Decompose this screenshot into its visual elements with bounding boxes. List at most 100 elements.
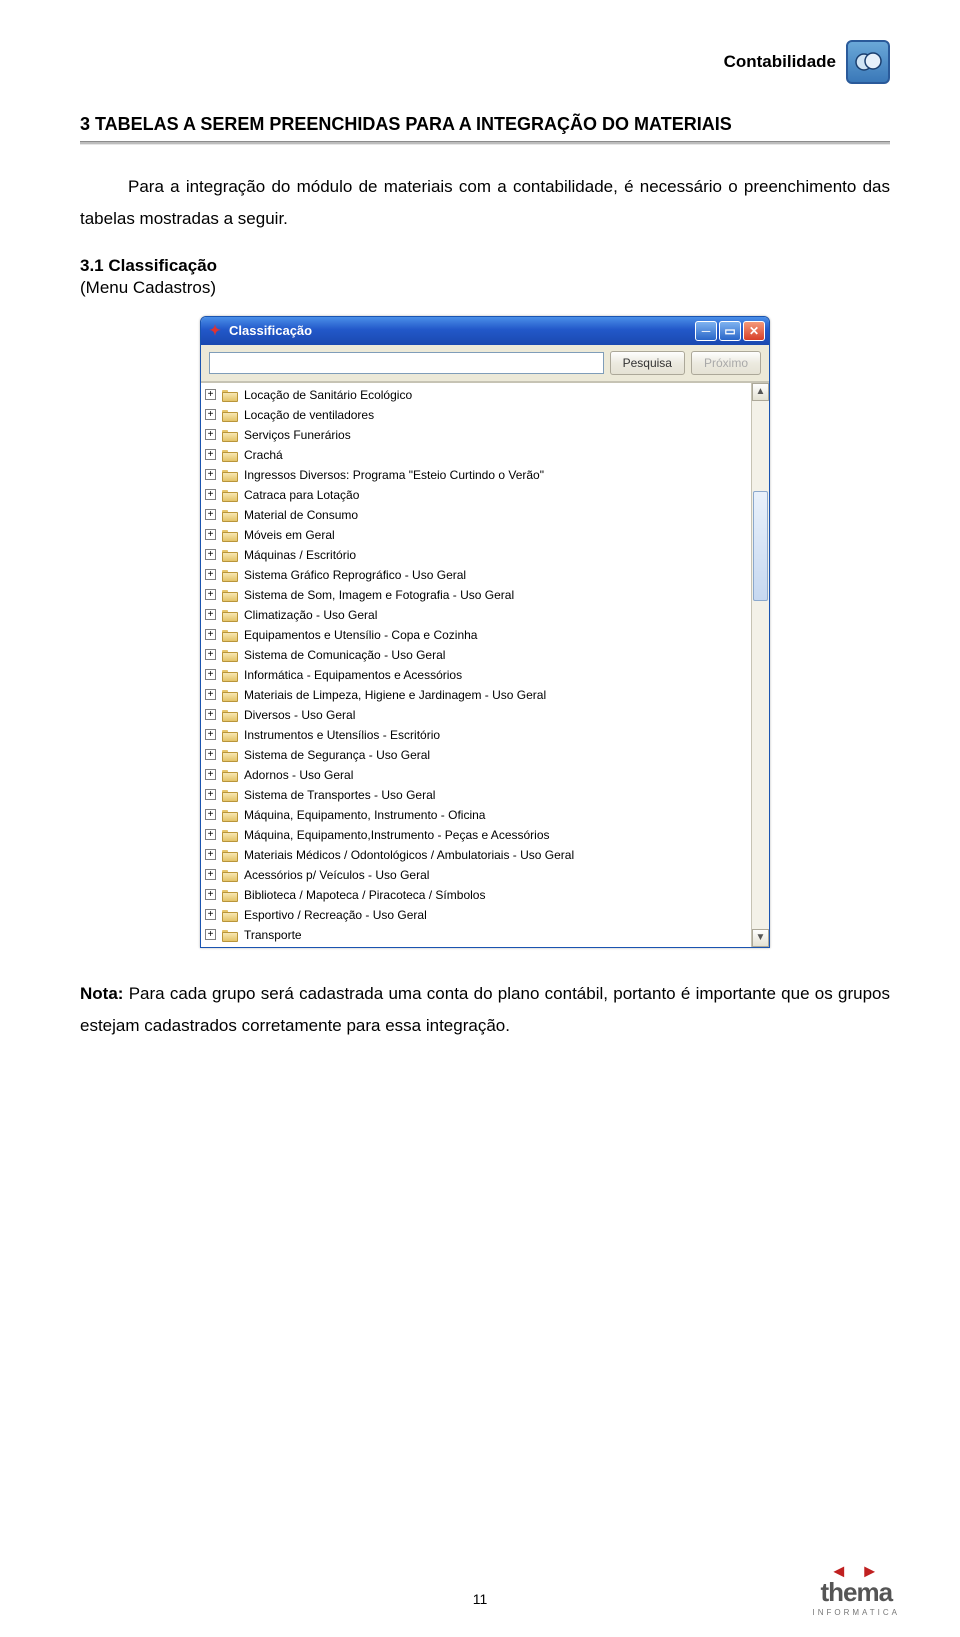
tree-item[interactable]: + Máquina, Equipamento,Instrumento - Peça… <box>201 825 751 845</box>
minimize-button[interactable]: ─ <box>695 321 717 341</box>
tree-item[interactable]: +Serviços Funerários <box>201 425 751 445</box>
tree-item[interactable]: + Acessórios p/ Veículos - Uso Geral <box>201 865 751 885</box>
tree-item[interactable]: + Locação de ventiladores <box>201 405 751 425</box>
folder-icon <box>222 888 238 902</box>
scroll-up-button[interactable]: ▲ <box>752 383 769 401</box>
tree-item-label: Crachá <box>244 448 283 462</box>
tree-item[interactable]: + Climatização - Uso Geral <box>201 605 751 625</box>
expand-icon[interactable]: + <box>205 409 216 420</box>
expand-icon[interactable]: + <box>205 489 216 500</box>
tree-item-label: Materiais de Limpeza, Higiene e Jardinag… <box>244 688 546 702</box>
tree-item[interactable]: + Locação de Sanitário Ecológico <box>201 385 751 405</box>
tree-item[interactable]: +Material de Consumo <box>201 505 751 525</box>
tree-item[interactable]: +Transporte <box>201 925 751 945</box>
expand-icon[interactable]: + <box>205 669 216 680</box>
folder-icon <box>222 608 238 622</box>
expand-icon[interactable]: + <box>205 929 216 940</box>
folder-icon <box>222 408 238 422</box>
expand-icon[interactable]: + <box>205 389 216 400</box>
tree-item-label: Ingressos Diversos: Programa "Esteio Cur… <box>244 468 544 482</box>
expand-icon[interactable]: + <box>205 609 216 620</box>
next-button[interactable]: Próximo <box>691 351 761 375</box>
tree-item[interactable]: +Biblioteca / Mapoteca / Piracoteca / Sí… <box>201 885 751 905</box>
tree-item[interactable]: + Sistema de Transportes - Uso Geral <box>201 785 751 805</box>
expand-icon[interactable]: + <box>205 529 216 540</box>
expand-icon[interactable]: + <box>205 649 216 660</box>
tree-item[interactable]: + Materiais de Limpeza, Higiene e Jardina… <box>201 685 751 705</box>
scroll-down-button[interactable]: ▼ <box>752 929 769 947</box>
tree-item[interactable]: + Ingressos Diversos: Programa "Esteio Cu… <box>201 465 751 485</box>
folder-icon <box>222 448 238 462</box>
header-label: Contabilidade <box>724 52 836 72</box>
expand-icon[interactable]: + <box>205 509 216 520</box>
tree-item[interactable]: +Móveis em Geral <box>201 525 751 545</box>
folder-icon <box>222 748 238 762</box>
search-input[interactable] <box>209 352 604 374</box>
folder-icon <box>222 628 238 642</box>
tree-item-label: Sistema de Transportes - Uso Geral <box>244 788 435 802</box>
expand-icon[interactable]: + <box>205 849 216 860</box>
folder-icon <box>222 568 238 582</box>
window-titlebar[interactable]: ✦ Classificação ─ ▭ ✕ <box>201 317 769 345</box>
expand-icon[interactable]: + <box>205 869 216 880</box>
tree-item-label: Máquinas / Escritório <box>244 548 356 562</box>
intro-text: Para a integração do módulo de materiais… <box>80 177 890 228</box>
expand-icon[interactable]: + <box>205 909 216 920</box>
expand-icon[interactable]: + <box>205 589 216 600</box>
logo-arrows-icon: ◄ ► <box>812 1566 900 1577</box>
tree-item[interactable]: +Esportivo / Recreação - Uso Geral <box>201 905 751 925</box>
tree-item-label: Climatização - Uso Geral <box>244 608 377 622</box>
vertical-scrollbar[interactable]: ▲ ▼ <box>751 383 769 947</box>
tree-item[interactable]: +Adornos - Uso Geral <box>201 765 751 785</box>
expand-icon[interactable]: + <box>205 769 216 780</box>
expand-icon[interactable]: + <box>205 569 216 580</box>
expand-icon[interactable]: + <box>205 749 216 760</box>
tree-item-label: Equipamentos e Utensílio - Copa e Cozinh… <box>244 628 477 642</box>
expand-icon[interactable]: + <box>205 829 216 840</box>
scroll-thumb[interactable] <box>753 491 768 601</box>
tree-item[interactable]: +Materiais Médicos / Odontológicos / Amb… <box>201 845 751 865</box>
tree-item[interactable]: +Sistema de Comunicação - Uso Geral <box>201 645 751 665</box>
tree-item[interactable]: + Máquinas / Escritório <box>201 545 751 565</box>
tree-item[interactable]: +Sistema de Som, Imagem e Fotografia - U… <box>201 585 751 605</box>
tree-item[interactable]: + Sistema de Segurança - Uso Geral <box>201 745 751 765</box>
tree-item[interactable]: + Crachá <box>201 445 751 465</box>
search-button[interactable]: Pesquisa <box>610 351 685 375</box>
tree-item[interactable]: +Máquina, Equipamento, Instrumento - Ofi… <box>201 805 751 825</box>
expand-icon[interactable]: + <box>205 729 216 740</box>
tree-item-label: Catraca para Lotação <box>244 488 359 502</box>
maximize-button[interactable]: ▭ <box>719 321 741 341</box>
tree-item[interactable]: + Equipamentos e Utensílio - Copa e Cozin… <box>201 625 751 645</box>
tree-item[interactable]: +Informática - Equipamentos e Acessórios <box>201 665 751 685</box>
tree-item-label: Sistema de Segurança - Uso Geral <box>244 748 430 762</box>
tree-item[interactable]: +Instrumentos e Utensílios - Escritório <box>201 725 751 745</box>
expand-icon[interactable]: + <box>205 549 216 560</box>
tree-item-label: Locação de ventiladores <box>244 408 374 422</box>
close-button[interactable]: ✕ <box>743 321 765 341</box>
expand-icon[interactable]: + <box>205 789 216 800</box>
expand-icon[interactable]: + <box>205 629 216 640</box>
folder-icon <box>222 648 238 662</box>
tree-item[interactable]: + Diversos - Uso Geral <box>201 705 751 725</box>
window-title: Classificação <box>229 323 312 338</box>
tree-item-label: Acessórios p/ Veículos - Uso Geral <box>244 868 429 882</box>
app-icon: ✦ <box>207 323 223 339</box>
expand-icon[interactable]: + <box>205 469 216 480</box>
expand-icon[interactable]: + <box>205 889 216 900</box>
section-heading: 3 TABELAS A SEREM PREENCHIDAS PARA A INT… <box>80 114 890 135</box>
tree-item-label: Locação de Sanitário Ecológico <box>244 388 412 402</box>
heading-rule <box>80 141 890 145</box>
expand-icon[interactable]: + <box>205 809 216 820</box>
expand-icon[interactable]: + <box>205 449 216 460</box>
tree-item[interactable]: + Catraca para Lotação <box>201 485 751 505</box>
tree-item-label: Diversos - Uso Geral <box>244 708 355 722</box>
folder-icon <box>222 428 238 442</box>
expand-icon[interactable]: + <box>205 689 216 700</box>
expand-icon[interactable]: + <box>205 429 216 440</box>
folder-icon <box>222 548 238 562</box>
scroll-track[interactable] <box>752 401 769 929</box>
expand-icon[interactable]: + <box>205 709 216 720</box>
classification-tree[interactable]: + Locação de Sanitário Ecológico + Locação … <box>201 383 751 947</box>
tree-item[interactable]: +Sistema Gráfico Reprográfico - Uso Gera… <box>201 565 751 585</box>
tree-item-label: Máquina, Equipamento,Instrumento - Peças… <box>244 828 550 842</box>
